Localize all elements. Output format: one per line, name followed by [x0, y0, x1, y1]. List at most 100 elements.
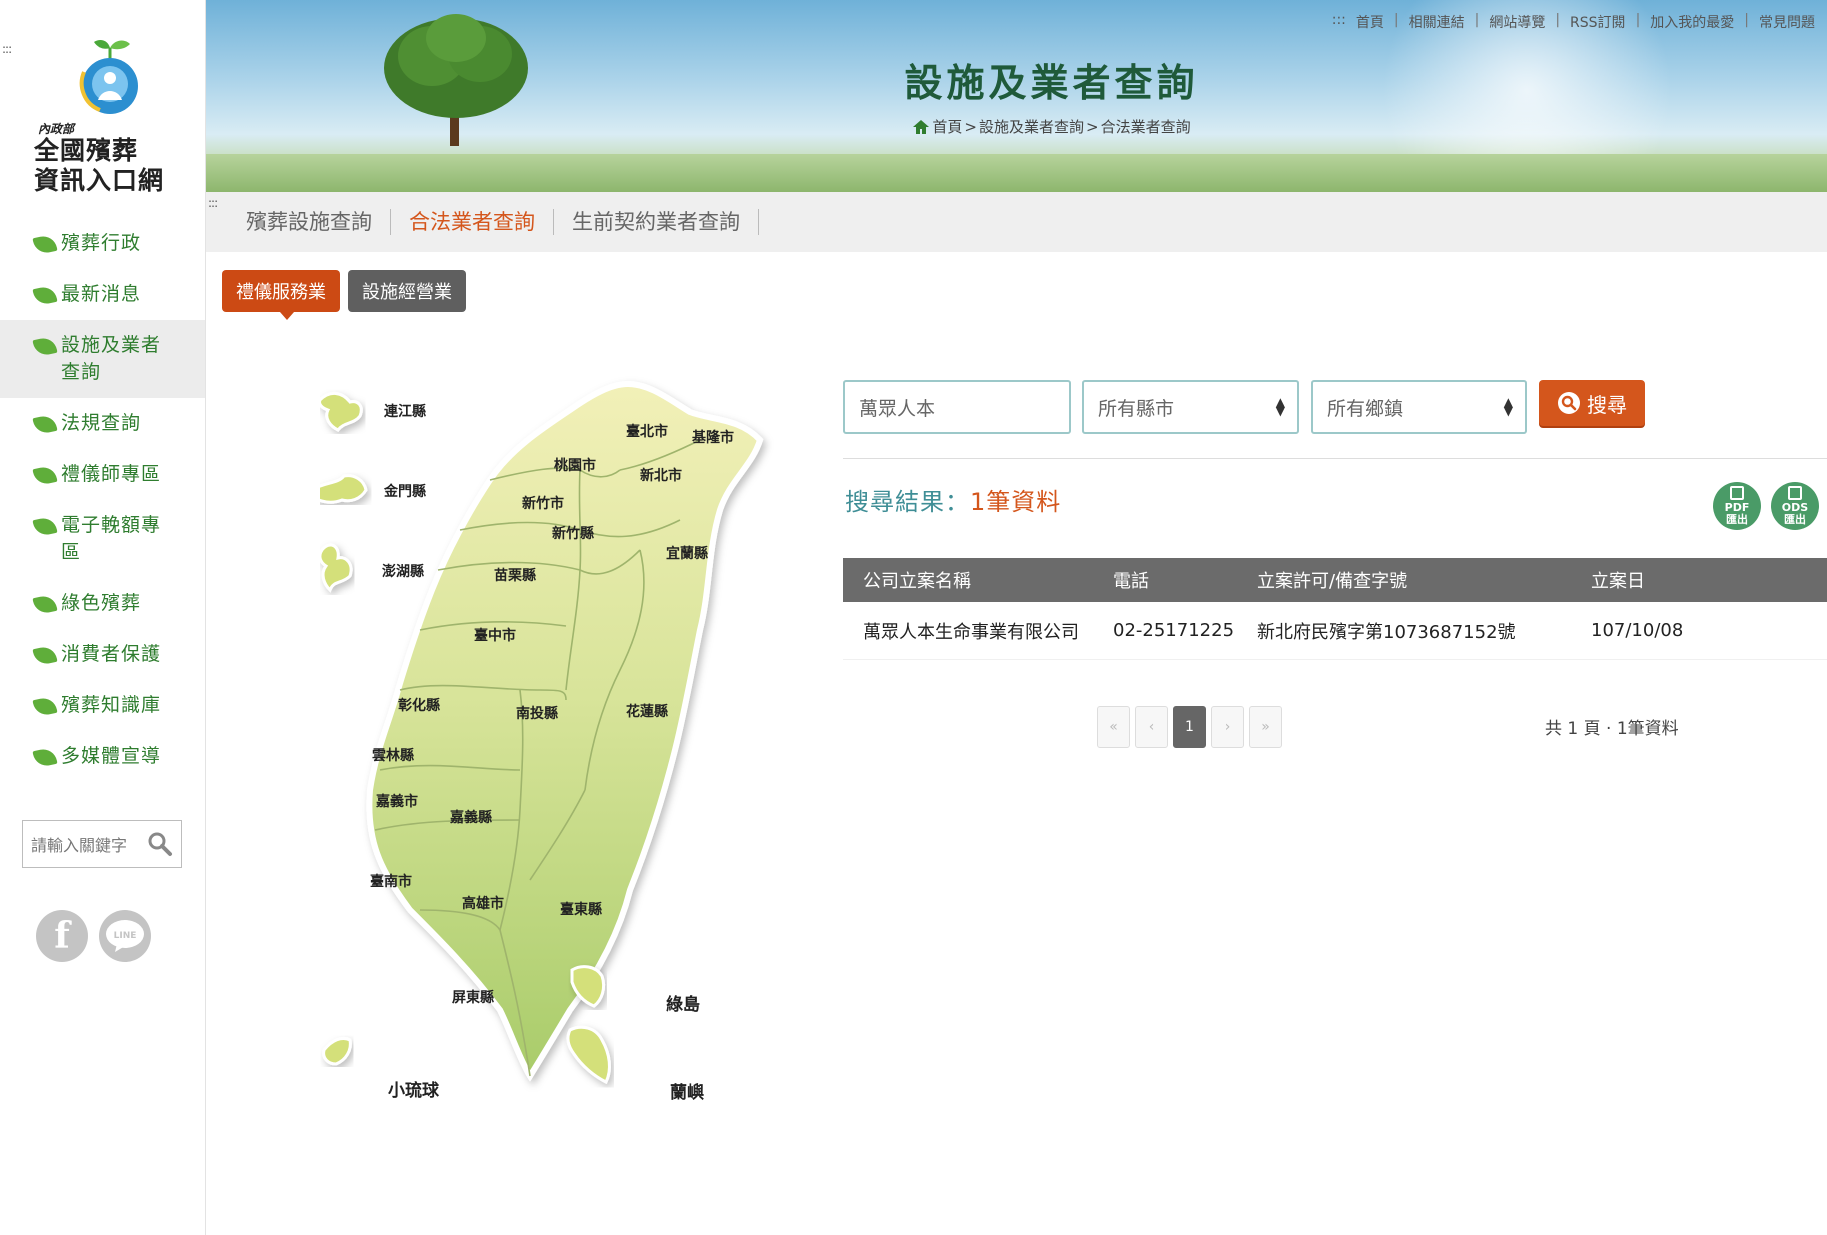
leaf-icon [32, 284, 58, 307]
line-bubble-icon: LINE [106, 920, 144, 952]
map-label[interactable]: 臺北市 [626, 423, 668, 440]
page-title: 設施及業者查詢 [904, 61, 1199, 105]
accesskey-left[interactable]: ::: [2, 42, 12, 56]
top-link-favorites[interactable]: 加入我的最愛 [1650, 12, 1734, 32]
result-count: 1筆資料 [970, 488, 1062, 516]
pagination-page-button[interactable]: 1 [1173, 706, 1206, 748]
sidebar-item-consumer[interactable]: 消費者保護 [0, 629, 205, 680]
map-label[interactable]: 嘉義縣 [449, 809, 492, 826]
keyword-input[interactable]: 萬眾人本 [843, 380, 1071, 434]
island-orchid-island[interactable] [566, 1025, 611, 1085]
map-label[interactable]: 基隆市 [692, 429, 734, 446]
page: ::: 內政部 全國殯葬 資訊入口網 殯葬行政 最新消息 設施及業者 查詢 法規… [0, 0, 1827, 1235]
breadcrumb: 首頁 > 設施及業者查詢 > 合法業者查詢 [206, 116, 1827, 137]
taiwan-map[interactable]: 連江縣 金門縣 澎湖縣 臺北市 基隆市 桃園市 新北市 新竹市 新竹縣 宜蘭縣 … [320, 370, 790, 1190]
map-label[interactable]: 高雄市 [462, 895, 504, 912]
map-label[interactable]: 綠島 [666, 994, 700, 1015]
island-lienchiang[interactable] [320, 392, 363, 432]
island-kinmen[interactable] [320, 474, 368, 504]
map-label[interactable]: 屏東縣 [452, 989, 494, 1006]
leaf-icon [32, 593, 58, 616]
sidebar-item-multimedia[interactable]: 多媒體宣導 [0, 731, 205, 782]
sidebar-item-news[interactable]: 最新消息 [0, 269, 205, 320]
pagination-prev-button[interactable]: ‹ [1135, 706, 1168, 748]
header-banner: ::: 首頁 | 相關連結 | 網站導覽 | RSS訂閱 | 加入我的最愛 | … [206, 0, 1827, 192]
map-label[interactable]: 小琉球 [388, 1080, 440, 1101]
map-label[interactable]: 臺東縣 [560, 901, 602, 918]
sidebar-item-facility-query[interactable]: 設施及業者 查詢 [0, 320, 205, 398]
sidebar-item-funeral-admin[interactable]: 殯葬行政 [0, 218, 205, 269]
island-xiaoliuqiu[interactable] [322, 1036, 352, 1066]
sidebar-item-label: 法規查詢 [61, 412, 142, 434]
sidebar-item-funeral-director[interactable]: 禮儀師專區 [0, 449, 205, 500]
site-logo[interactable]: 內政部 全國殯葬 資訊入口網 [34, 36, 184, 198]
map-label[interactable]: 新北市 [640, 467, 682, 484]
tab-prepaid-contract-query[interactable]: 生前契約業者查詢 [554, 209, 759, 235]
sidebar-item-label-line2: 查詢 [61, 361, 102, 383]
top-link-related[interactable]: 相關連結 [1409, 12, 1465, 32]
sidebar-item-label: 綠色殯葬 [61, 592, 142, 614]
tab-legal-operator-query[interactable]: 合法業者查詢 [391, 209, 554, 235]
sidebar-item-e-plaque[interactable]: 電子輓額專 區 [0, 500, 205, 578]
search-icon [1558, 392, 1580, 414]
sidebar-item-label: 殯葬行政 [61, 232, 142, 254]
pagination-next-button[interactable]: › [1211, 706, 1244, 748]
export-ods-button[interactable]: ODS 匯出 [1771, 482, 1819, 530]
map-label[interactable]: 苗栗縣 [494, 567, 536, 584]
sidebar-item-knowledge[interactable]: 殯葬知識庫 [0, 680, 205, 731]
map-label[interactable]: 臺南市 [370, 873, 412, 890]
pagination-first-button[interactable]: « [1097, 706, 1130, 748]
map-label[interactable]: 宜蘭縣 [666, 545, 708, 562]
city-select[interactable]: 所有縣市 ▲ ▼ [1082, 380, 1299, 434]
table-row[interactable]: 萬眾人本生命事業有限公司 02-25171225 新北府民殯字第10736871… [843, 602, 1827, 660]
top-link-home[interactable]: 首頁 [1356, 12, 1384, 32]
map-label[interactable]: 蘭嶼 [670, 1082, 704, 1103]
sidebar-item-green-funeral[interactable]: 綠色殯葬 [0, 578, 205, 629]
table-cell-company[interactable]: 萬眾人本生命事業有限公司 [843, 618, 1099, 644]
map-label[interactable]: 嘉義市 [375, 793, 418, 810]
sidebar-item-label-line1: 電子輓額專 [61, 514, 162, 536]
type-funeral-service-button[interactable]: 禮儀服務業 [222, 270, 340, 320]
top-link-faq[interactable]: 常見問題 [1759, 12, 1815, 32]
top-links: ::: 首頁 | 相關連結 | 網站導覽 | RSS訂閱 | 加入我的最愛 | … [1332, 12, 1815, 32]
map-label[interactable]: 金門縣 [383, 483, 426, 500]
map-label[interactable]: 雲林縣 [372, 747, 414, 764]
map-label[interactable]: 澎湖縣 [382, 563, 424, 580]
city-select-value: 所有縣市 [1098, 397, 1175, 420]
table-header-cell: 公司立案名稱 [863, 571, 971, 592]
sidebar-search-input[interactable]: 請輸入關鍵字 [22, 820, 182, 868]
map-label[interactable]: 南投縣 [516, 705, 558, 722]
map-label[interactable]: 連江縣 [384, 403, 426, 420]
line-icon[interactable]: LINE [99, 910, 151, 962]
search-button[interactable]: 搜尋 [1539, 380, 1645, 426]
results-table: 公司立案名稱 電話 立案許可/備查字號 立案日 萬眾人本生命事業有限公司 02-… [843, 558, 1827, 660]
top-link-separator: | [1635, 12, 1641, 28]
search-icon[interactable] [147, 831, 173, 857]
export-pdf-button[interactable]: PDF 匯出 [1713, 482, 1761, 530]
map-label[interactable]: 臺中市 [474, 627, 516, 644]
town-select[interactable]: 所有鄉鎮 ▲ ▼ [1311, 380, 1527, 434]
table-cell-phone: 02-25171225 [1113, 620, 1235, 641]
breadcrumb-home[interactable]: 首頁 [932, 116, 962, 137]
sidebar-item-regulations[interactable]: 法規查詢 [0, 398, 205, 449]
island-penghu[interactable] [320, 543, 353, 593]
map-label[interactable]: 新竹市 [522, 495, 564, 512]
map-label[interactable]: 新竹縣 [552, 525, 594, 542]
top-link-sitemap[interactable]: 網站導覽 [1489, 12, 1545, 32]
accesskey-main[interactable]: ::: [208, 196, 218, 210]
map-label[interactable]: 桃園市 [554, 457, 596, 474]
type-facility-operator-button[interactable]: 設施經營業 [348, 270, 466, 312]
top-link-rss[interactable]: RSS訂閱 [1570, 12, 1626, 32]
map-label[interactable]: 花蓮縣 [626, 703, 668, 720]
top-links-accesskey[interactable]: ::: [1332, 12, 1346, 32]
tab-facility-query[interactable]: 殯葬設施查詢 [228, 209, 391, 235]
facebook-icon[interactable]: f [36, 910, 88, 962]
pagination-last-button[interactable]: » [1249, 706, 1282, 748]
map-label[interactable]: 彰化縣 [398, 697, 440, 714]
taiwan-main-island[interactable] [366, 380, 764, 1082]
sidebar-item-label: 設施及業者 查詢 [61, 332, 161, 386]
breadcrumb-facility[interactable]: 設施及業者查詢 [979, 116, 1084, 137]
breadcrumb-separator: > [1086, 117, 1099, 136]
leaf-icon [32, 413, 58, 436]
table-cell-date: 107/10/08 [1591, 620, 1684, 641]
